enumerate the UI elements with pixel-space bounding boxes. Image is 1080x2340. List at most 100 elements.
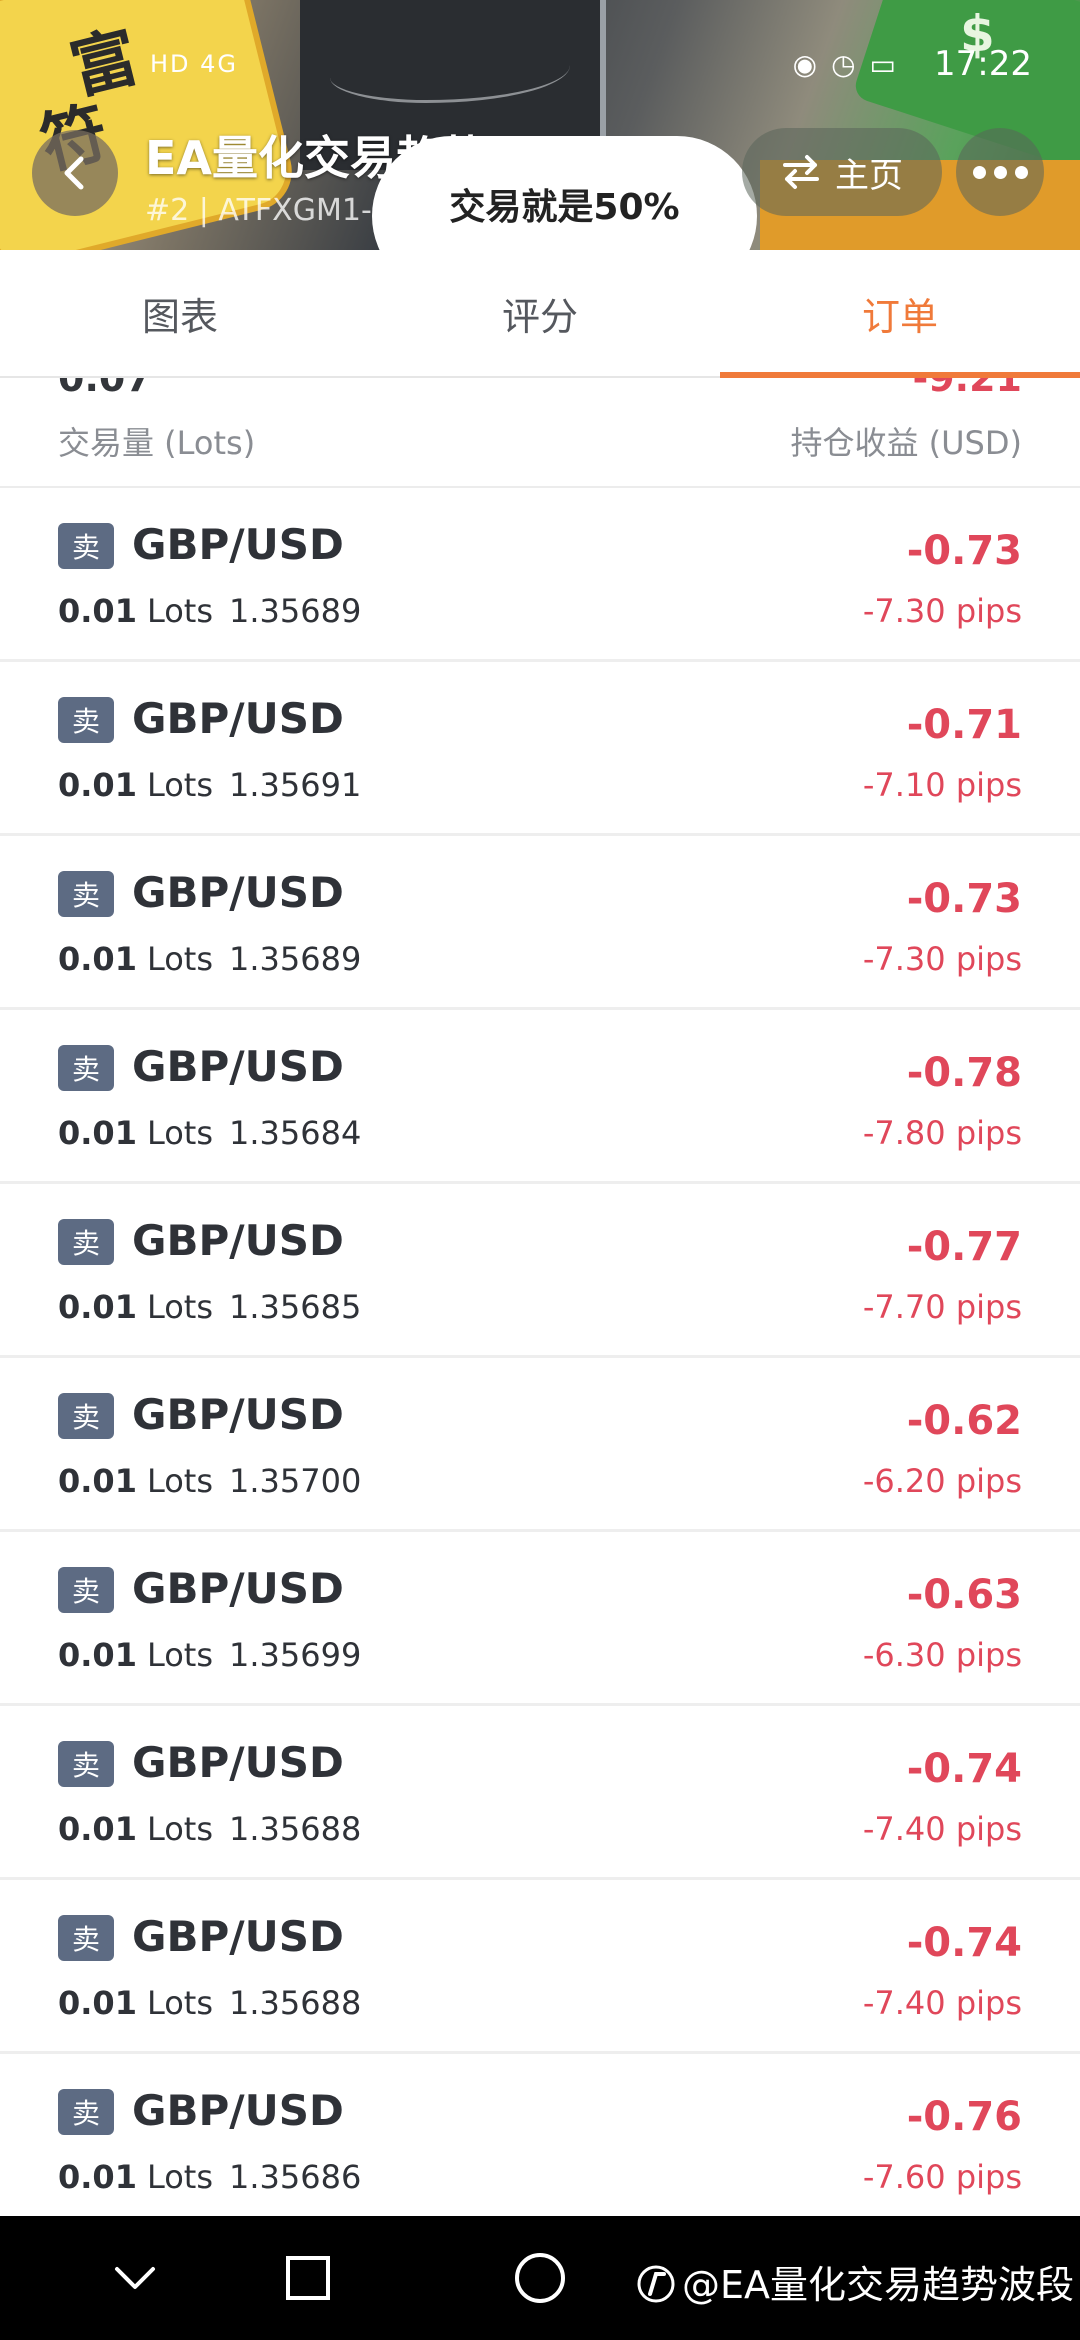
- order-pips: -7.40 pips: [862, 1984, 1022, 2022]
- lot-unit: Lots: [146, 1810, 214, 1848]
- clock: 17:22: [934, 44, 1032, 84]
- open-price: 1.35689: [229, 592, 362, 630]
- lot-size: 0.01: [58, 1984, 137, 2022]
- lot-size: 0.01: [58, 592, 137, 630]
- lot-size: 0.01: [58, 1114, 137, 1152]
- network-indicator: HD 4G: [150, 50, 239, 78]
- lot-unit: Lots: [146, 1636, 214, 1674]
- order-profit: -0.77: [906, 1224, 1022, 1270]
- lot-unit: Lots: [146, 1288, 214, 1326]
- logo-icon: [637, 2265, 675, 2303]
- chevron-down-icon: [115, 2267, 155, 2289]
- caption-text: 交易就是50%: [449, 187, 680, 228]
- order-list: 卖 GBP/USD 0.01 Lots 1.35689 -0.73 -7.30 pi…: [0, 488, 1080, 2228]
- lot-size: 0.01: [58, 1810, 137, 1848]
- order-row[interactable]: 卖 GBP/USD 0.01 Lots 1.35700 -0.62 -6.20 pi…: [0, 1358, 1080, 1532]
- order-details: 0.01 Lots 1.35700: [58, 1462, 361, 1500]
- watermark-text: @EA量化交易趋势波段: [682, 2263, 1075, 2307]
- currency-pair: GBP/USD: [132, 520, 344, 569]
- order-row[interactable]: 卖 GBP/USD 0.01 Lots 1.35686 -0.76 -7.60 pi…: [0, 2054, 1080, 2228]
- order-profit: -0.76: [906, 2094, 1022, 2140]
- nav-recents-button[interactable]: [248, 2216, 368, 2340]
- currency-pair: GBP/USD: [132, 1564, 344, 1613]
- lot-unit: Lots: [146, 1114, 214, 1152]
- order-row[interactable]: 卖 GBP/USD 0.01 Lots 1.35685 -0.77 -7.70 pi…: [0, 1184, 1080, 1358]
- home-button-label: 主页: [835, 155, 903, 196]
- order-pips: -6.30 pips: [862, 1636, 1022, 1674]
- lot-unit: Lots: [146, 766, 214, 804]
- more-dot-icon: [972, 165, 986, 179]
- watermark: @EA量化交易趋势波段: [636, 2254, 1074, 2309]
- sell-badge: 卖: [58, 1567, 114, 1613]
- swap-icon: [783, 155, 819, 189]
- orders-summary: 0.07 -9.21 交易量 (Lots) 持仓收益 (USD): [0, 378, 1080, 488]
- more-options-button[interactable]: [956, 128, 1044, 216]
- order-details: 0.01 Lots 1.35686: [58, 2158, 361, 2196]
- tab-rating[interactable]: 评分: [360, 250, 720, 376]
- lot-size: 0.01: [58, 2158, 137, 2196]
- system-nav-bar: @EA量化交易趋势波段: [0, 2216, 1080, 2340]
- tab-orders[interactable]: 订单: [720, 250, 1080, 378]
- order-profit: -0.73: [906, 876, 1022, 922]
- status-bar: HD 4G ◉◷▭ 17:22: [0, 30, 1080, 90]
- order-pips: -7.70 pips: [862, 1288, 1022, 1326]
- open-price: 1.35684: [229, 1114, 362, 1152]
- order-details: 0.01 Lots 1.35688: [58, 1810, 361, 1848]
- order-profit: -0.62: [906, 1398, 1022, 1444]
- open-price: 1.35688: [229, 1810, 362, 1848]
- home-button[interactable]: 主页: [742, 128, 942, 216]
- sell-badge: 卖: [58, 1045, 114, 1091]
- order-details: 0.01 Lots 1.35685: [58, 1288, 361, 1326]
- sell-badge: 卖: [58, 871, 114, 917]
- order-row[interactable]: 卖 GBP/USD 0.01 Lots 1.35688 -0.74 -7.40 pi…: [0, 1880, 1080, 2054]
- sell-badge: 卖: [58, 1915, 114, 1961]
- order-details: 0.01 Lots 1.35689: [58, 940, 361, 978]
- sell-badge: 卖: [58, 1741, 114, 1787]
- lot-unit: Lots: [146, 940, 214, 978]
- order-row[interactable]: 卖 GBP/USD 0.01 Lots 1.35699 -0.63 -6.30 pi…: [0, 1532, 1080, 1706]
- currency-pair: GBP/USD: [132, 1216, 344, 1265]
- order-pips: -7.80 pips: [862, 1114, 1022, 1152]
- open-price: 1.35700: [229, 1462, 362, 1500]
- open-price: 1.35686: [229, 2158, 362, 2196]
- order-pips: -7.10 pips: [862, 766, 1022, 804]
- order-row[interactable]: 卖 GBP/USD 0.01 Lots 1.35684 -0.78 -7.80 pi…: [0, 1010, 1080, 1184]
- battery-icon: ▭: [869, 48, 910, 81]
- open-price: 1.35689: [229, 940, 362, 978]
- order-profit: -0.78: [906, 1050, 1022, 1096]
- total-profit-value: -9.21: [912, 378, 1022, 400]
- open-price: 1.35688: [229, 1984, 362, 2022]
- order-details: 0.01 Lots 1.35688: [58, 1984, 361, 2022]
- lot-size: 0.01: [58, 1636, 137, 1674]
- more-dot-icon: [993, 165, 1007, 179]
- currency-pair: GBP/USD: [132, 1738, 344, 1787]
- back-button[interactable]: [32, 130, 118, 216]
- alarm-icon: ◷: [831, 48, 870, 81]
- order-details: 0.01 Lots 1.35691: [58, 766, 361, 804]
- status-icons: ◉◷▭: [793, 48, 910, 81]
- order-row[interactable]: 卖 GBP/USD 0.01 Lots 1.35688 -0.74 -7.40 pi…: [0, 1706, 1080, 1880]
- lot-unit: Lots: [146, 1984, 214, 2022]
- currency-pair: GBP/USD: [132, 868, 344, 917]
- order-profit: -0.74: [906, 1920, 1022, 1966]
- lot-unit: Lots: [146, 592, 214, 630]
- sell-badge: 卖: [58, 1393, 114, 1439]
- lot-size: 0.01: [58, 766, 137, 804]
- order-row[interactable]: 卖 GBP/USD 0.01 Lots 1.35691 -0.71 -7.10 pi…: [0, 662, 1080, 836]
- currency-pair: GBP/USD: [132, 1912, 344, 1961]
- eye-icon: ◉: [792, 48, 832, 81]
- order-details: 0.01 Lots 1.35684: [58, 1114, 361, 1152]
- order-pips: -7.30 pips: [862, 592, 1022, 630]
- order-pips: -7.60 pips: [862, 2158, 1022, 2196]
- nav-home-button[interactable]: [480, 2216, 600, 2340]
- nav-back-button[interactable]: [75, 2216, 195, 2340]
- tab-bar: 图表 评分 订单: [0, 250, 1080, 378]
- total-volume-value: 0.07: [58, 378, 152, 400]
- tab-chart[interactable]: 图表: [0, 250, 360, 376]
- order-row[interactable]: 卖 GBP/USD 0.01 Lots 1.35689 -0.73 -7.30 pi…: [0, 488, 1080, 662]
- square-icon: [286, 2256, 330, 2300]
- order-details: 0.01 Lots 1.35689: [58, 592, 361, 630]
- order-profit: -0.63: [906, 1572, 1022, 1618]
- sell-badge: 卖: [58, 1219, 114, 1265]
- order-row[interactable]: 卖 GBP/USD 0.01 Lots 1.35689 -0.73 -7.30 pi…: [0, 836, 1080, 1010]
